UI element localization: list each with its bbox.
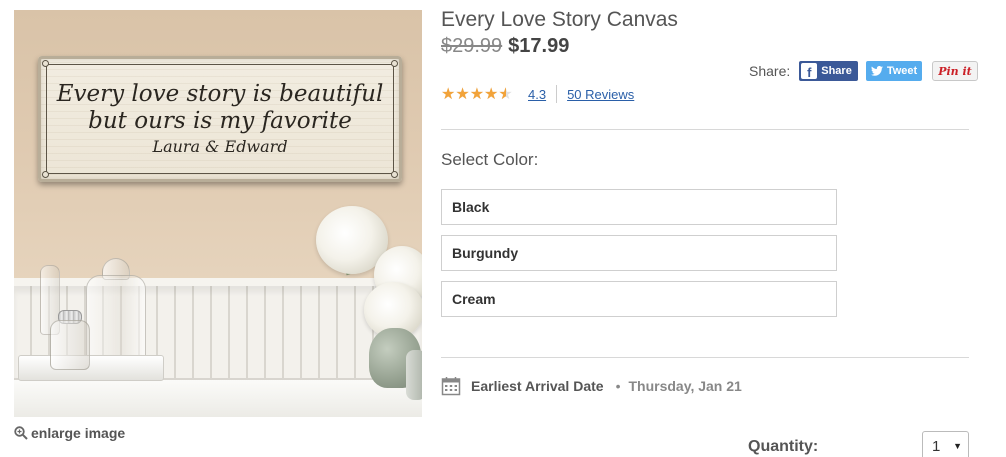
color-option-cream[interactable]: Cream [441,281,837,317]
canvas-sign-frame: Every love story is beautiful but ours i… [46,64,394,174]
rivet-icon [42,171,49,178]
twitter-tweet-button[interactable]: Tweet [865,61,923,81]
divider [441,357,969,358]
zoom-icon [14,426,28,440]
star-rating: ★★★★★ ★★★★★ [441,86,517,102]
twitter-bird-icon [870,66,883,76]
quantity-label: Quantity: [748,438,819,455]
rating-row: ★★★★★ ★★★★★ 4.3 50 Reviews [441,85,634,103]
reviews-link[interactable]: 50 Reviews [567,87,634,102]
glass-bottle [50,320,90,370]
image-shelf [14,378,422,417]
sale-price: $17.99 [508,35,570,57]
star-rating-filled-icons: ★★★★★ [441,86,507,102]
color-option-burgundy[interactable]: Burgundy [441,235,837,271]
quantity-select[interactable]: 1 ▼ [922,431,969,457]
arrival-label: Earliest Arrival Date [471,378,604,394]
sign-text-line-1: Every love story is beautiful [56,81,384,108]
facebook-share-label: Share [821,65,852,77]
facebook-share-button[interactable]: f Share [799,61,858,81]
small-vase [406,350,422,400]
sign-text-names: Laura & Edward [152,137,288,157]
divider [441,129,969,130]
rivet-icon [391,171,398,178]
share-label: Share: [749,63,791,79]
white-tray [18,355,164,381]
facebook-icon: f [801,63,818,79]
calendar-icon [441,377,461,396]
arrival-info: Earliest Arrival Date • Thursday, Jan 21 [441,376,742,396]
select-color-label: Select Color: [441,150,539,169]
pinterest-pin-button[interactable]: Pin it [932,61,978,81]
arrival-date: Thursday, Jan 21 [628,378,742,394]
dropdown-arrow-icon: ▼ [953,441,962,451]
twitter-tweet-label: Tweet [886,65,918,77]
canvas-sign: Every love story is beautiful but ours i… [38,56,402,182]
share-bar: Share: f Share Tweet Pin it [749,61,978,81]
original-price: $29.99 [441,35,503,57]
rivet-icon [391,60,398,67]
color-option-black[interactable]: Black [441,189,837,225]
quantity-value: 1 [932,437,941,455]
product-title: Every Love Story Canvas [441,8,678,31]
price-row: $29.99 $17.99 [441,35,569,58]
product-image[interactable]: Every love story is beautiful but ours i… [14,10,422,417]
sign-text-line-2: but ours is my favorite [88,107,352,134]
pinterest-pin-label: Pin it [938,64,972,78]
rating-divider [556,85,558,103]
rivet-icon [42,60,49,67]
enlarge-image-link[interactable]: enlarge image [14,425,125,441]
rating-value-link[interactable]: 4.3 [528,87,546,102]
bullet-separator: • [615,378,621,394]
enlarge-image-label: enlarge image [31,425,126,441]
